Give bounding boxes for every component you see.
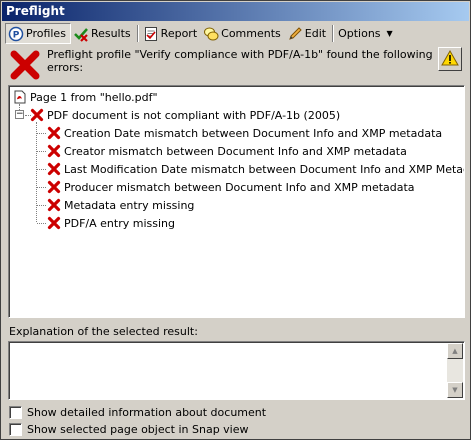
tree-item-error[interactable]: Creator mismatch between Document Info a… bbox=[47, 142, 407, 160]
edit-label: Edit bbox=[304, 27, 327, 40]
error-x-icon bbox=[47, 216, 61, 230]
tree-item-label: Page 1 from "hello.pdf" bbox=[30, 90, 158, 104]
tree-item-root-error[interactable]: PDF document is not compliant with PDF/A… bbox=[30, 106, 340, 124]
tree-item-error[interactable]: PDF/A entry missing bbox=[47, 214, 175, 232]
comments-icon bbox=[203, 26, 219, 42]
show-snap-option[interactable]: Show selected page object in Snap view bbox=[9, 422, 249, 436]
result-message: Preflight profile "Verify compliance wit… bbox=[47, 48, 433, 74]
tree-item-error[interactable]: Creation Date mismatch between Document … bbox=[47, 124, 442, 142]
warning-icon bbox=[441, 49, 459, 69]
pdf-page-icon bbox=[13, 90, 27, 104]
tree-item-label: Producer mismatch between Document Info … bbox=[64, 180, 415, 194]
edit-button[interactable]: Edit bbox=[285, 23, 330, 44]
scroll-down-icon[interactable]: ▼ bbox=[447, 382, 463, 398]
title-bar: Preflight bbox=[2, 2, 469, 21]
tree-item-label: Creator mismatch between Document Info a… bbox=[64, 144, 407, 158]
vertical-scrollbar[interactable]: ▲ ▼ bbox=[447, 343, 463, 398]
error-x-icon bbox=[47, 162, 61, 176]
tree-item-label: PDF document is not compliant with PDF/A… bbox=[47, 108, 341, 122]
tree-item-label: PDF/A entry missing bbox=[64, 216, 175, 230]
tree-item-error[interactable]: Last Modification Date mismatch between … bbox=[47, 160, 465, 178]
profiles-icon: P bbox=[8, 26, 24, 42]
svg-text:P: P bbox=[13, 30, 20, 40]
error-x-icon bbox=[47, 180, 61, 194]
tree-item-label: Metadata entry missing bbox=[64, 198, 195, 212]
toolbar-separator bbox=[136, 25, 139, 42]
tree-item-page[interactable]: Page 1 from "hello.pdf" bbox=[13, 88, 158, 106]
error-x-icon bbox=[47, 144, 61, 158]
toolbar-separator bbox=[332, 25, 335, 42]
toolbar: P Profiles Results Report Comments Edit … bbox=[5, 23, 468, 44]
show-snap-checkbox[interactable] bbox=[9, 422, 22, 436]
options-label: Options bbox=[338, 27, 381, 40]
error-x-icon bbox=[47, 126, 61, 140]
tree-item-label: Creation Date mismatch between Document … bbox=[64, 126, 443, 140]
warning-button[interactable] bbox=[438, 47, 462, 71]
scroll-up-icon[interactable]: ▲ bbox=[447, 343, 463, 359]
result-header: Preflight profile "Verify compliance wit… bbox=[9, 47, 464, 81]
show-detailed-label: Show detailed information about document bbox=[27, 405, 267, 419]
preflight-window: Preflight P Profiles Results Report Comm… bbox=[0, 0, 471, 440]
error-x-icon bbox=[47, 198, 61, 212]
comments-button[interactable]: Comments bbox=[201, 23, 285, 44]
pencil-icon bbox=[287, 26, 303, 42]
report-label: Report bbox=[160, 27, 198, 40]
chevron-down-icon: ▼ bbox=[386, 29, 393, 38]
report-button[interactable]: Report bbox=[141, 23, 201, 44]
show-detailed-option[interactable]: Show detailed information about document bbox=[9, 405, 266, 419]
report-icon bbox=[143, 26, 159, 42]
comments-label: Comments bbox=[221, 27, 281, 40]
explanation-textarea[interactable]: ▲ ▼ bbox=[8, 341, 465, 400]
collapse-toggle[interactable]: − bbox=[15, 110, 24, 119]
tree-item-label: Last Modification Date mismatch between … bbox=[64, 162, 465, 176]
results-icon bbox=[73, 26, 89, 42]
profiles-label: Profiles bbox=[26, 27, 66, 40]
tree-item-error[interactable]: Metadata entry missing bbox=[47, 196, 194, 214]
results-label: Results bbox=[90, 27, 131, 40]
profiles-button[interactable]: P Profiles bbox=[5, 23, 71, 44]
error-x-icon bbox=[9, 49, 41, 81]
options-menu-button[interactable]: Options ▼ bbox=[336, 23, 397, 44]
results-button[interactable]: Results bbox=[71, 23, 135, 44]
show-snap-label: Show selected page object in Snap view bbox=[27, 422, 249, 436]
error-x-icon bbox=[30, 108, 44, 122]
show-detailed-checkbox[interactable] bbox=[9, 405, 22, 419]
explanation-label: Explanation of the selected result: bbox=[9, 325, 198, 338]
results-tree[interactable]: Page 1 from "hello.pdf" − PDF document i… bbox=[8, 85, 465, 318]
tree-item-error[interactable]: Producer mismatch between Document Info … bbox=[47, 178, 415, 196]
